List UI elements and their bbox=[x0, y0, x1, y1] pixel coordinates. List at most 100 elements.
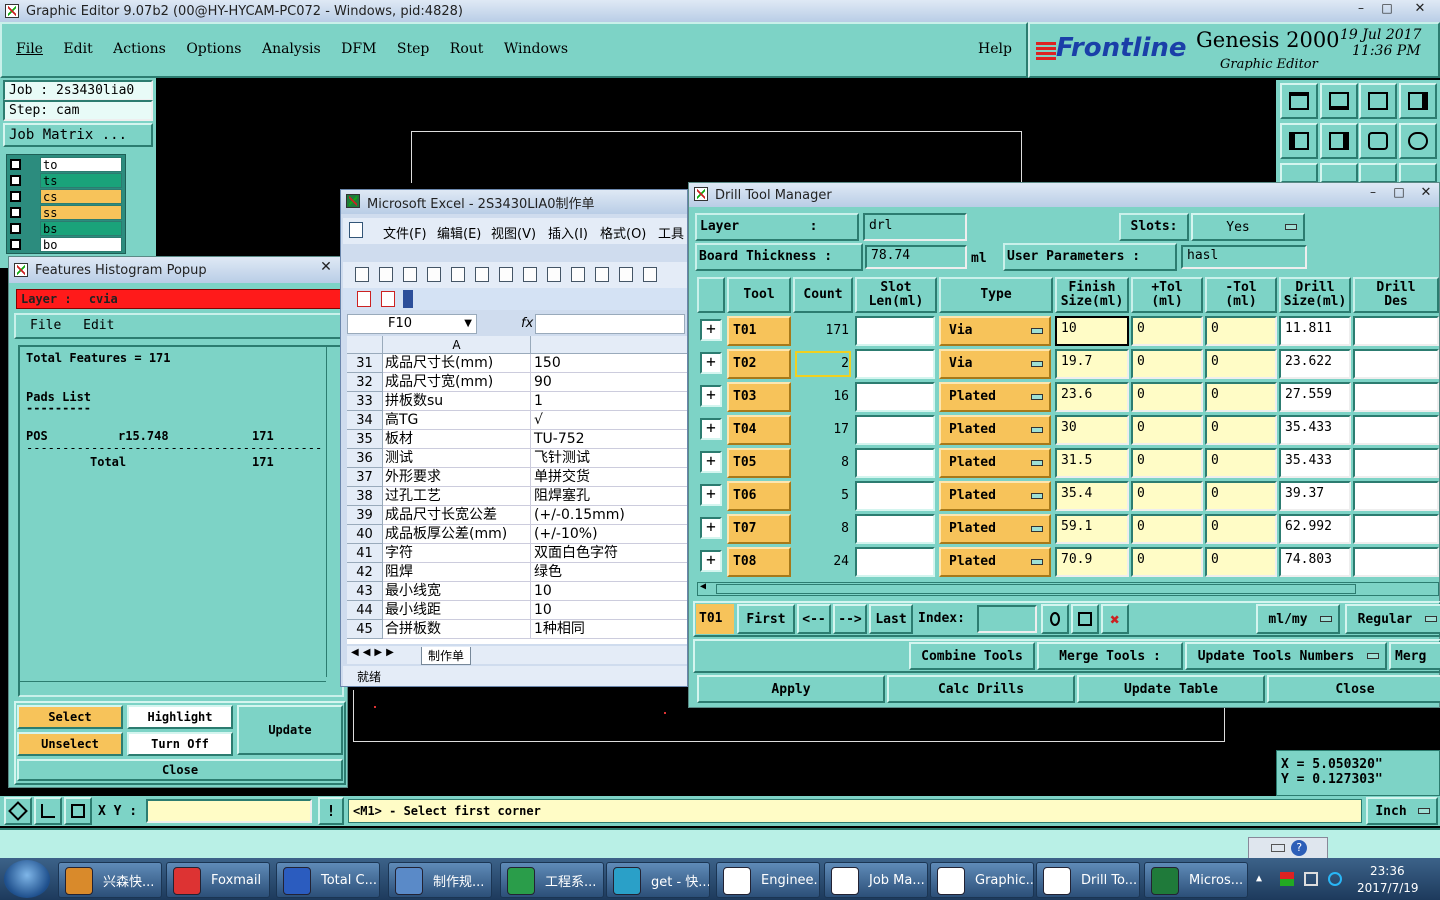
plus-tol-field[interactable]: 0 bbox=[1131, 349, 1203, 379]
menu-rout[interactable]: Rout bbox=[450, 41, 484, 57]
slot-len-field[interactable] bbox=[855, 316, 935, 346]
minus-tol-field[interactable]: 0 bbox=[1205, 481, 1277, 511]
slot-len-field[interactable] bbox=[855, 382, 935, 412]
menu-windows[interactable]: Windows bbox=[504, 41, 568, 57]
drill-close-icon[interactable]: ✕ bbox=[1413, 185, 1439, 203]
row-number[interactable]: 36 bbox=[347, 449, 383, 468]
layer-checkbox[interactable] bbox=[10, 159, 21, 170]
plus-tol-field[interactable]: 0 bbox=[1131, 514, 1203, 544]
expand-icon[interactable]: + bbox=[700, 385, 722, 407]
cell-a[interactable]: 测试 bbox=[383, 449, 531, 468]
layer-item-bo[interactable]: bo bbox=[40, 237, 122, 252]
expand-icon[interactable]: + bbox=[700, 319, 722, 341]
expand-icon[interactable]: + bbox=[700, 550, 722, 572]
plus-tol-field[interactable]: 0 bbox=[1131, 415, 1203, 445]
histogram-menu-edit[interactable]: Edit bbox=[83, 318, 114, 333]
cell-b[interactable]: 阻焊塞孔 bbox=[531, 487, 687, 506]
cell-a[interactable]: 合拼板数 bbox=[383, 620, 531, 639]
row-number[interactable]: 38 bbox=[347, 487, 383, 506]
expand-icon[interactable]: + bbox=[700, 484, 722, 506]
taskbar-app[interactable]: 制作规... bbox=[388, 862, 492, 898]
tray-network-icon[interactable] bbox=[1304, 872, 1318, 886]
drill-size-field[interactable]: 11.811 bbox=[1279, 316, 1351, 346]
cell-a[interactable]: 成品尺寸长(mm) bbox=[383, 354, 531, 373]
start-button[interactable] bbox=[4, 860, 50, 898]
slot-len-field[interactable] bbox=[855, 448, 935, 478]
plus-tol-field[interactable]: 0 bbox=[1131, 547, 1203, 577]
paste-icon[interactable] bbox=[619, 267, 633, 282]
minus-tol-field[interactable]: 0 bbox=[1205, 514, 1277, 544]
finish-size-field[interactable]: 10 bbox=[1055, 316, 1129, 346]
calc-drills-button[interactable]: Calc Drills bbox=[887, 675, 1075, 703]
menu-dfm[interactable]: DFM bbox=[341, 41, 376, 57]
tray-flag-icon[interactable] bbox=[1280, 872, 1294, 886]
clock-time[interactable]: 23:36 bbox=[1370, 864, 1405, 878]
tool-name[interactable]: T06 bbox=[727, 481, 791, 511]
formula-icon[interactable]: fx bbox=[521, 316, 533, 331]
cell-b[interactable]: 绿色 bbox=[531, 563, 687, 582]
units-select[interactable]: Inch bbox=[1366, 797, 1438, 825]
cell-a[interactable]: 拼板数su bbox=[383, 392, 531, 411]
drill-size-field[interactable]: 39.37 bbox=[1279, 481, 1351, 511]
prev-button[interactable]: <-- bbox=[797, 604, 831, 634]
units-dropdown[interactable]: ml/my bbox=[1256, 604, 1340, 634]
cell-b[interactable]: 10 bbox=[531, 601, 687, 620]
format-painter-icon[interactable] bbox=[643, 267, 657, 282]
toolbar-window-icon[interactable] bbox=[1399, 83, 1437, 119]
permission-icon[interactable] bbox=[427, 267, 441, 282]
apply-button[interactable]: Apply bbox=[697, 675, 885, 703]
merge-button[interactable]: Merg bbox=[1389, 642, 1440, 670]
toolbar-extra-icon[interactable] bbox=[1399, 163, 1437, 183]
print-preview-icon[interactable] bbox=[451, 267, 465, 282]
type-dropdown[interactable]: Plated bbox=[939, 547, 1051, 577]
row-number[interactable]: 41 bbox=[347, 544, 383, 563]
tool-name[interactable]: T03 bbox=[727, 382, 791, 412]
toolbar-extra-icon[interactable] bbox=[1359, 163, 1397, 183]
menu-analysis[interactable]: Analysis bbox=[262, 41, 321, 57]
row-number[interactable]: 42 bbox=[347, 563, 383, 582]
menu-actions[interactable]: Actions bbox=[113, 41, 166, 57]
slot-len-field[interactable] bbox=[855, 481, 935, 511]
name-box[interactable]: F10 ▼ bbox=[347, 314, 477, 334]
minus-tol-field[interactable]: 0 bbox=[1205, 316, 1277, 346]
plus-tol-field[interactable]: 0 bbox=[1131, 481, 1203, 511]
drill-size-field[interactable]: 27.559 bbox=[1279, 382, 1351, 412]
type-dropdown[interactable]: Plated bbox=[939, 448, 1051, 478]
type-dropdown[interactable]: Plated bbox=[939, 415, 1051, 445]
cell-a[interactable]: 高TG bbox=[383, 411, 531, 430]
expand-icon[interactable]: + bbox=[700, 352, 722, 374]
plus-tol-field[interactable]: 0 bbox=[1131, 448, 1203, 478]
row-number[interactable]: 40 bbox=[347, 525, 383, 544]
snap-icon[interactable] bbox=[4, 797, 32, 825]
research-icon[interactable] bbox=[547, 267, 561, 282]
row-number[interactable]: 35 bbox=[347, 430, 383, 449]
finish-size-field[interactable]: 70.9 bbox=[1055, 547, 1129, 577]
col-header-a[interactable]: A bbox=[383, 336, 531, 354]
plus-tol-field[interactable]: 0 bbox=[1131, 316, 1203, 346]
tool-name[interactable]: T01 bbox=[727, 316, 791, 346]
cell-b[interactable]: 150 bbox=[531, 354, 687, 373]
menu-step[interactable]: Step bbox=[397, 41, 429, 57]
type-dropdown[interactable]: Via bbox=[939, 316, 1051, 346]
sheet-nav-icon[interactable]: ◀◀▶▶ bbox=[351, 647, 398, 658]
menu-edit[interactable]: Edit bbox=[63, 41, 92, 57]
drill-des-field[interactable] bbox=[1353, 316, 1439, 346]
xy-input[interactable] bbox=[146, 799, 312, 823]
print-icon[interactable] bbox=[475, 267, 489, 282]
toolbar-home-icon[interactable] bbox=[1359, 83, 1397, 119]
tray-volume-icon[interactable] bbox=[1328, 872, 1342, 886]
cell-a[interactable]: 最小线距 bbox=[383, 601, 531, 620]
formula-bar[interactable] bbox=[535, 314, 685, 334]
delete-icon[interactable]: ✖ bbox=[1101, 604, 1129, 634]
cell-a[interactable]: 成品板厚公差(mm) bbox=[383, 525, 531, 544]
drill-hscroll[interactable]: ◀ bbox=[697, 581, 1439, 596]
cell-a[interactable]: 最小线宽 bbox=[383, 582, 531, 601]
tool-name[interactable]: T05 bbox=[727, 448, 791, 478]
drill-size-field[interactable]: 35.433 bbox=[1279, 448, 1351, 478]
histogram-menu-file[interactable]: File bbox=[30, 318, 61, 333]
expand-icon[interactable]: + bbox=[700, 517, 722, 539]
spelling-icon[interactable] bbox=[523, 267, 537, 282]
taskbar-app[interactable]: Micros... bbox=[1144, 862, 1248, 898]
excel-menu-view[interactable]: 视图(V) bbox=[491, 223, 536, 242]
toolbar-mirror-icon[interactable] bbox=[1359, 123, 1397, 159]
